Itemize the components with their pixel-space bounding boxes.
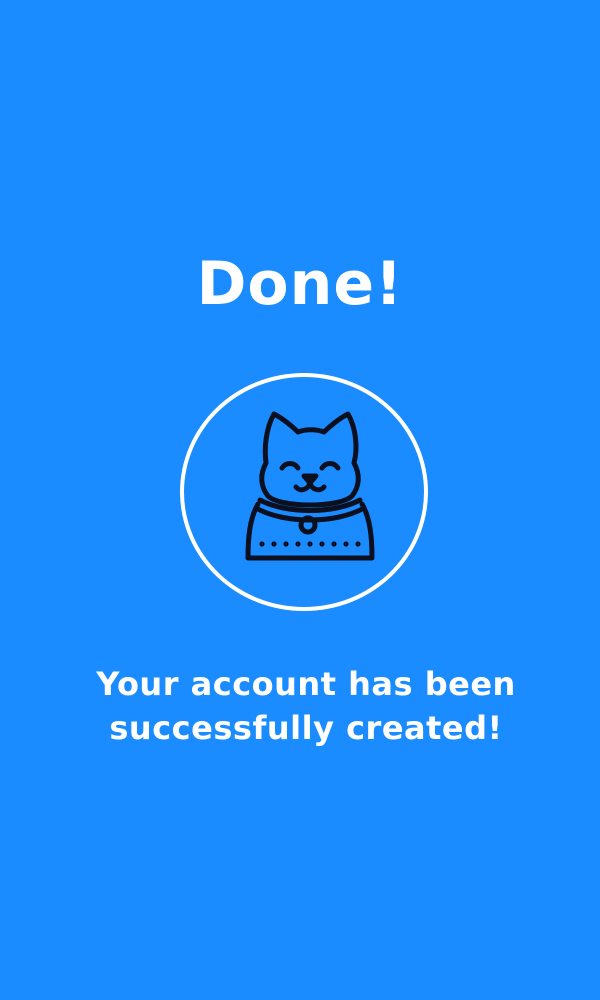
smiling-cat-icon bbox=[245, 411, 375, 561]
success-title: Done! bbox=[196, 249, 404, 319]
success-screen: Done! Your account has been successfully… bbox=[0, 0, 600, 1000]
success-message: Your account has been successfully creat… bbox=[96, 665, 516, 747]
